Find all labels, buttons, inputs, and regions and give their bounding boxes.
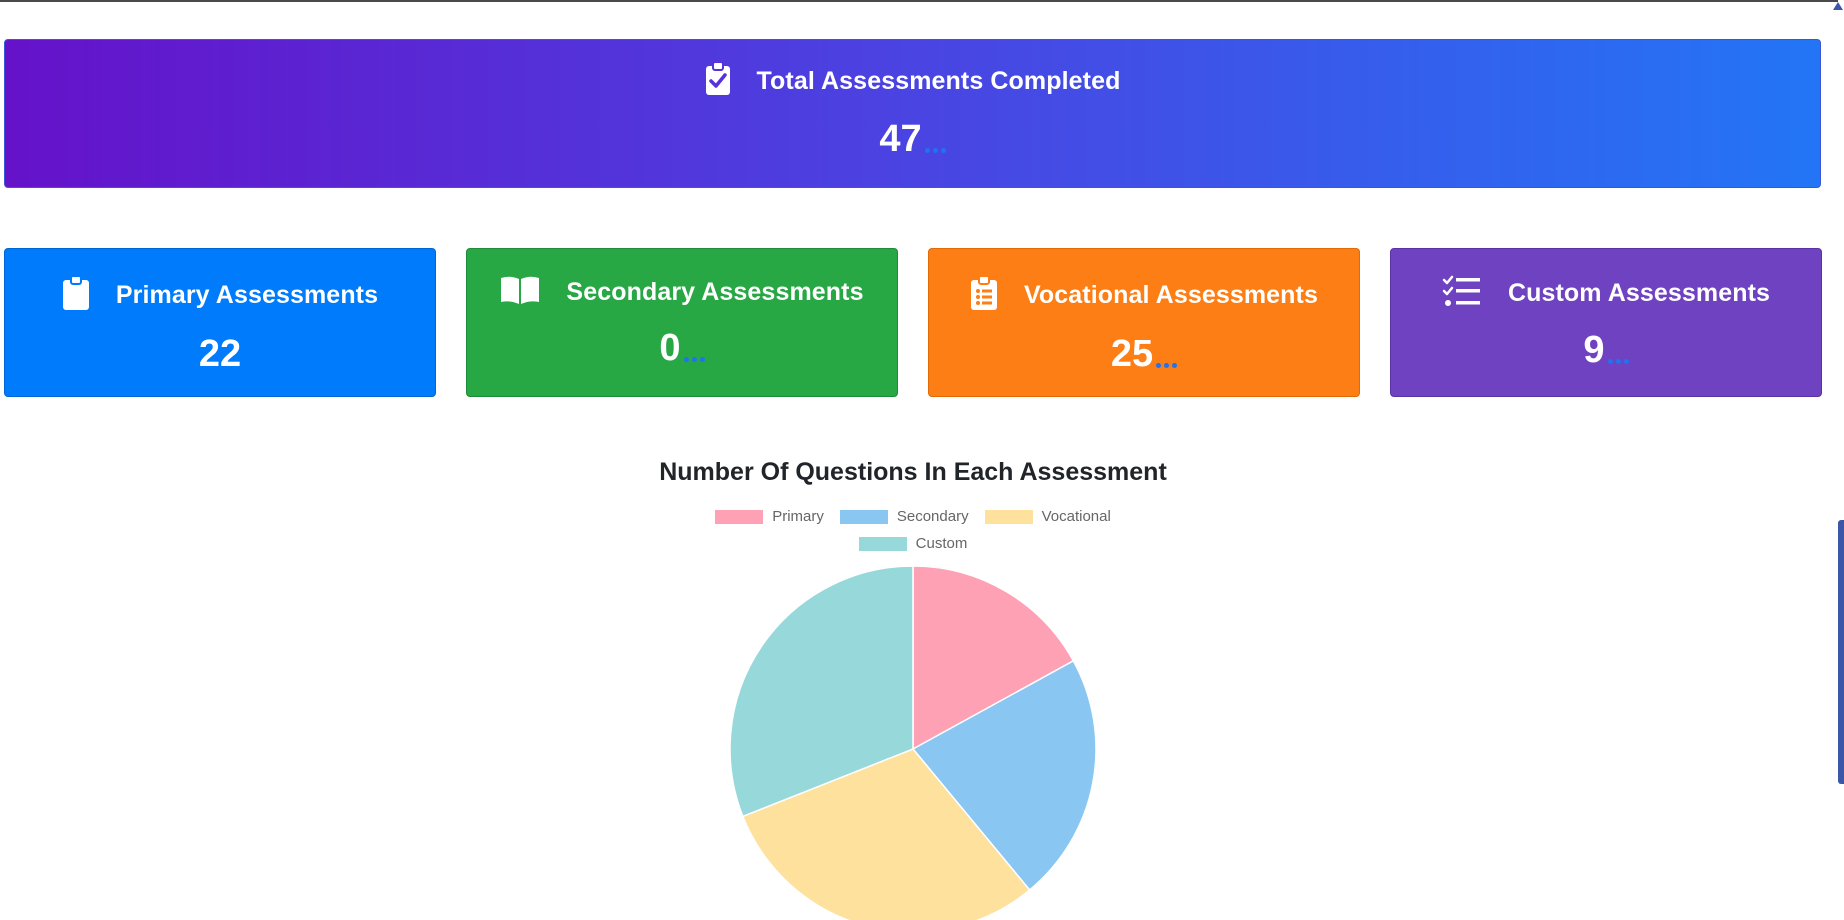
scroll-up-arrow[interactable] (1833, 2, 1843, 10)
scrollbar-thumb[interactable] (1838, 520, 1844, 784)
pie-chart (729, 565, 1097, 920)
